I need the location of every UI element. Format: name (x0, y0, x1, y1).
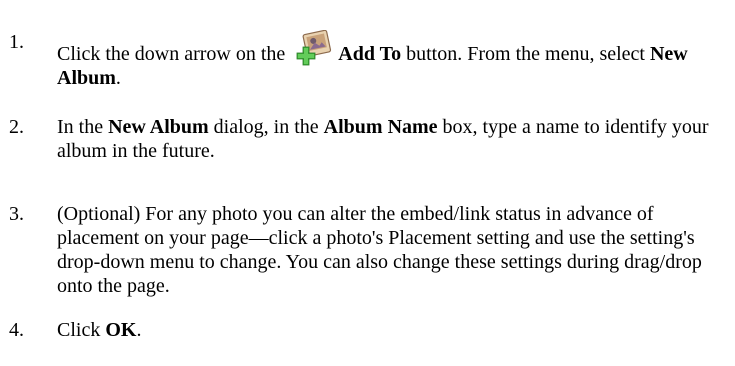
step-number: 1. (9, 31, 24, 53)
step-number: 3. (9, 203, 24, 225)
step-number: 2. (9, 116, 24, 138)
step-text: In the New Album dialog, in the Album Na… (57, 115, 722, 163)
step-bold-text: Add To (338, 43, 402, 65)
step-bold-text: Album Name (323, 116, 438, 138)
step-text: (Optional) For any photo you can alter t… (57, 203, 702, 297)
step-text-part: Click the down arrow on the (57, 43, 291, 65)
step-number: 4. (9, 319, 24, 341)
step-bold-text: New Album (108, 116, 209, 138)
step-text-part: button. From the menu, select (401, 43, 650, 65)
step-bold-text: OK (105, 319, 137, 341)
step-text-part: dialog, in the (208, 116, 324, 138)
step-text: Click the down arrow on the Add To butto… (57, 29, 722, 90)
step-text-part: In the (57, 116, 109, 138)
add-to-album-icon (294, 29, 334, 66)
step-text-part: Click (57, 319, 106, 341)
step-text-part: . (115, 67, 121, 89)
step-text: Click OK. (57, 318, 722, 342)
step-text-part: . (136, 319, 142, 341)
